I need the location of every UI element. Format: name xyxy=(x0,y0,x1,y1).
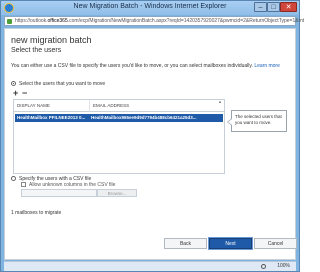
dialog-title: new migration batch xyxy=(11,35,92,45)
learn-more-link[interactable]: Learn more xyxy=(254,63,280,69)
url-domain: office365 xyxy=(47,18,68,24)
table-row[interactable]: HealthMailbox PFILNEE2013 0... HealthMai… xyxy=(15,114,223,122)
cell-display-name: HealthMailbox PFILNEE2013 0... xyxy=(17,115,86,120)
lock-icon xyxy=(7,19,12,24)
add-icon[interactable]: + xyxy=(13,89,18,98)
dialog-page: new migration batch Select the users You… xyxy=(4,28,297,260)
dialog-subtitle: Select the users xyxy=(11,47,62,54)
browse-button[interactable]: Browse... xyxy=(97,189,137,197)
close-button[interactable]: ✕ xyxy=(280,2,297,12)
csv-file-radio[interactable] xyxy=(11,176,16,181)
select-users-label: Select the users that you want to move xyxy=(19,81,106,87)
scroll-up-arrow-icon[interactable]: ▲ xyxy=(217,99,223,105)
browser-window: New Migration Batch - Windows Internet E… xyxy=(0,0,304,272)
back-button[interactable]: Back xyxy=(164,238,207,249)
csv-file-input[interactable] xyxy=(21,189,97,197)
intro-sentence: You can either use a CSV file to specify… xyxy=(11,63,253,69)
title-bar: New Migration Batch - Windows Internet E… xyxy=(1,1,299,15)
address-bar[interactable]: https://outlook.office365.com/ecp/Migrat… xyxy=(4,16,304,26)
cancel-button[interactable]: Cancel xyxy=(254,238,297,249)
url-prefix: https://outlook. xyxy=(15,18,48,24)
allow-unknown-columns-label: Allow unknown columns in the CSV file xyxy=(29,182,116,188)
next-button[interactable]: Next xyxy=(208,237,253,250)
select-users-radio[interactable] xyxy=(11,81,16,86)
cell-email-address: HealthMailbox965ee9d9d7794b488cb6421a25d… xyxy=(91,115,197,120)
allow-unknown-columns-checkbox[interactable] xyxy=(21,182,26,187)
maximize-button[interactable]: □ xyxy=(267,2,280,12)
intro-text: You can either use a CSV file to specify… xyxy=(11,63,287,70)
column-header-display-name[interactable]: DISPLAY NAME xyxy=(14,100,90,112)
zoom-level[interactable]: 100% xyxy=(277,263,290,269)
minimize-button[interactable]: – xyxy=(254,2,267,12)
column-header-email-address[interactable]: EMAIL ADDRESS xyxy=(90,100,224,112)
remove-icon[interactable]: − xyxy=(22,89,27,98)
zoom-icon[interactable] xyxy=(261,264,266,269)
url-text: https://outlook.office365.com/ecp/Migrat… xyxy=(15,18,304,24)
mailbox-count-text: 1 mailboxes to migrate xyxy=(11,210,62,216)
tooltip: The selected users that you want to move… xyxy=(227,110,287,132)
url-suffix: .com/ecp/Migration/NewMigrationBatch.asp… xyxy=(67,18,305,24)
users-table: DISPLAY NAME EMAIL ADDRESS HealthMailbox… xyxy=(13,99,225,174)
status-bar: 100% xyxy=(4,261,296,271)
